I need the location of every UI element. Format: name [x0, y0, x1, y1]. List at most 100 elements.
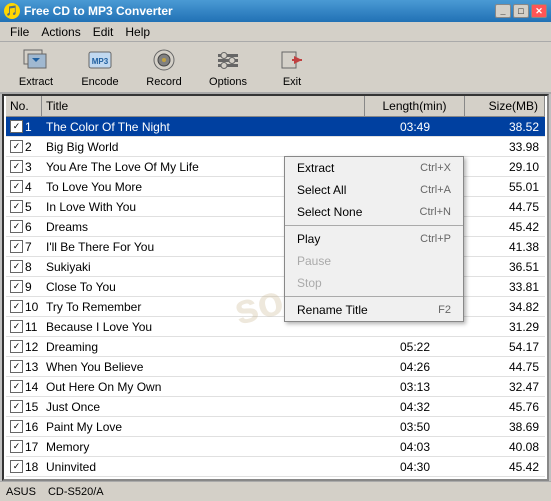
ctx-separator	[285, 296, 463, 297]
options-label: Options	[209, 76, 247, 88]
main-area: sosej No. Title Length(min) Size(MB) ✓1T…	[2, 94, 549, 481]
ctx-separator	[285, 225, 463, 226]
cell-length: 04:32	[365, 398, 465, 416]
table-row[interactable]: ✓7I'll Be There For You41.38	[6, 237, 545, 257]
cell-no: ✓6	[6, 218, 42, 236]
ctx-item-play[interactable]: PlayCtrl+P	[285, 228, 463, 250]
table-row[interactable]: ✓1The Color Of The Night03:4938.52	[6, 117, 545, 137]
row-checkbox[interactable]: ✓	[10, 120, 23, 133]
row-checkbox[interactable]: ✓	[10, 420, 23, 433]
row-checkbox[interactable]: ✓	[10, 140, 23, 153]
encode-button[interactable]: MP3 Encode	[70, 45, 130, 89]
row-checkbox[interactable]: ✓	[10, 280, 23, 293]
ctx-item-shortcut: F2	[438, 304, 451, 316]
menu-file[interactable]: File	[4, 23, 35, 41]
ctx-item-label: Select None	[297, 205, 362, 219]
row-checkbox[interactable]: ✓	[10, 460, 23, 473]
ctx-item-label: Pause	[297, 254, 331, 268]
table-row[interactable]: ✓8Sukiyaki36.51	[6, 257, 545, 277]
cell-no: ✓14	[6, 378, 42, 396]
cell-title: Uninvited	[42, 458, 365, 476]
ctx-item-select-all[interactable]: Select AllCtrl+A	[285, 179, 463, 201]
ctx-item-select-none[interactable]: Select NoneCtrl+N	[285, 201, 463, 223]
row-checkbox[interactable]: ✓	[10, 340, 23, 353]
table-row[interactable]: ✓3You Are The Love Of My Life29.10	[6, 157, 545, 177]
table-row[interactable]: ✓4To Love You More55.01	[6, 177, 545, 197]
table-row[interactable]: ✓18Uninvited04:3045.42	[6, 457, 545, 477]
col-length: Length(min)	[365, 96, 465, 116]
row-checkbox[interactable]: ✓	[10, 260, 23, 273]
ctx-item-label: Stop	[297, 276, 322, 290]
menu-edit[interactable]: Edit	[87, 23, 120, 41]
row-checkbox[interactable]: ✓	[10, 380, 23, 393]
table-row[interactable]: ✓14Out Here On My Own03:1332.47	[6, 377, 545, 397]
cell-size: 34.82	[465, 298, 545, 316]
encode-label: Encode	[81, 76, 118, 88]
ctx-item-shortcut: Ctrl+P	[420, 233, 451, 245]
table-row[interactable]: ✓10Try To Remember34.82	[6, 297, 545, 317]
row-checkbox[interactable]: ✓	[10, 240, 23, 253]
options-icon	[214, 46, 242, 74]
table-row[interactable]: ✓11Because I Love You31.29	[6, 317, 545, 337]
row-checkbox[interactable]: ✓	[10, 200, 23, 213]
row-checkbox[interactable]: ✓	[10, 320, 23, 333]
cell-no: ✓5	[6, 198, 42, 216]
cell-title: The Color Of The Night	[42, 118, 365, 136]
table-row[interactable]: ✓16Paint My Love03:5038.69	[6, 417, 545, 437]
close-button[interactable]: ✕	[531, 4, 547, 18]
cell-length: 03:50	[365, 418, 465, 436]
svg-text:MP3: MP3	[92, 57, 109, 66]
table-row[interactable]: ✓5In Love With You44.75	[6, 197, 545, 217]
cell-no: ✓13	[6, 358, 42, 376]
row-checkbox[interactable]: ✓	[10, 220, 23, 233]
menu-bar: File Actions Edit Help	[0, 22, 551, 42]
title-bar-left: 🎵 Free CD to MP3 Converter	[4, 3, 173, 19]
row-checkbox[interactable]: ✓	[10, 300, 23, 313]
menu-help[interactable]: Help	[119, 23, 156, 41]
extract-button[interactable]: Extract	[6, 45, 66, 89]
row-checkbox[interactable]: ✓	[10, 360, 23, 373]
ctx-item-label: Rename Title	[297, 303, 368, 317]
row-checkbox[interactable]: ✓	[10, 440, 23, 453]
cell-size: 33.81	[465, 278, 545, 296]
cell-no: ✓3	[6, 158, 42, 176]
context-menu: ExtractCtrl+XSelect AllCtrl+ASelect None…	[284, 156, 464, 322]
cell-no: ✓8	[6, 258, 42, 276]
ctx-item-label: Extract	[297, 161, 334, 175]
table-row[interactable]: ✓12Dreaming05:2254.17	[6, 337, 545, 357]
cell-size: 45.42	[465, 218, 545, 236]
table-row[interactable]: ✓17Memory04:0340.08	[6, 437, 545, 457]
cell-size: 36.51	[465, 258, 545, 276]
ctx-item-shortcut: Ctrl+X	[420, 162, 451, 174]
row-checkbox[interactable]: ✓	[10, 160, 23, 173]
cell-no: ✓16	[6, 418, 42, 436]
window-title: Free CD to MP3 Converter	[24, 4, 173, 18]
ctx-item-extract[interactable]: Extract Ctrl+X	[285, 157, 463, 179]
row-checkbox[interactable]: ✓	[10, 180, 23, 193]
table-body: ✓1The Color Of The Night03:4938.52✓2Big …	[6, 117, 545, 477]
record-button[interactable]: Record	[134, 45, 194, 89]
minimize-button[interactable]: _	[495, 4, 511, 18]
ctx-item-pause: Pause	[285, 250, 463, 272]
table-row[interactable]: ✓9Close To You33.81	[6, 277, 545, 297]
ctx-item-label: Select All	[297, 183, 346, 197]
menu-actions[interactable]: Actions	[35, 23, 86, 41]
row-checkbox[interactable]: ✓	[10, 400, 23, 413]
cell-no: ✓17	[6, 438, 42, 456]
extract-label: Extract	[19, 76, 53, 88]
table-row[interactable]: ✓15Just Once04:3245.76	[6, 397, 545, 417]
table-row[interactable]: ✓6Dreams45.42	[6, 217, 545, 237]
cell-no: ✓7	[6, 238, 42, 256]
title-bar-buttons: _ □ ✕	[495, 4, 547, 18]
cell-title: Memory	[42, 438, 365, 456]
cell-length	[365, 145, 465, 149]
cell-size: 44.75	[465, 358, 545, 376]
cell-title: Big Big World	[42, 138, 365, 156]
cell-length: 03:49	[365, 118, 465, 136]
ctx-item-rename-title[interactable]: Rename Title F2	[285, 299, 463, 321]
maximize-button[interactable]: □	[513, 4, 529, 18]
options-button[interactable]: Options	[198, 45, 258, 89]
table-row[interactable]: ✓13When You Believe04:2644.75	[6, 357, 545, 377]
exit-button[interactable]: Exit	[262, 45, 322, 89]
table-row[interactable]: ✓2Big Big World33.98	[6, 137, 545, 157]
